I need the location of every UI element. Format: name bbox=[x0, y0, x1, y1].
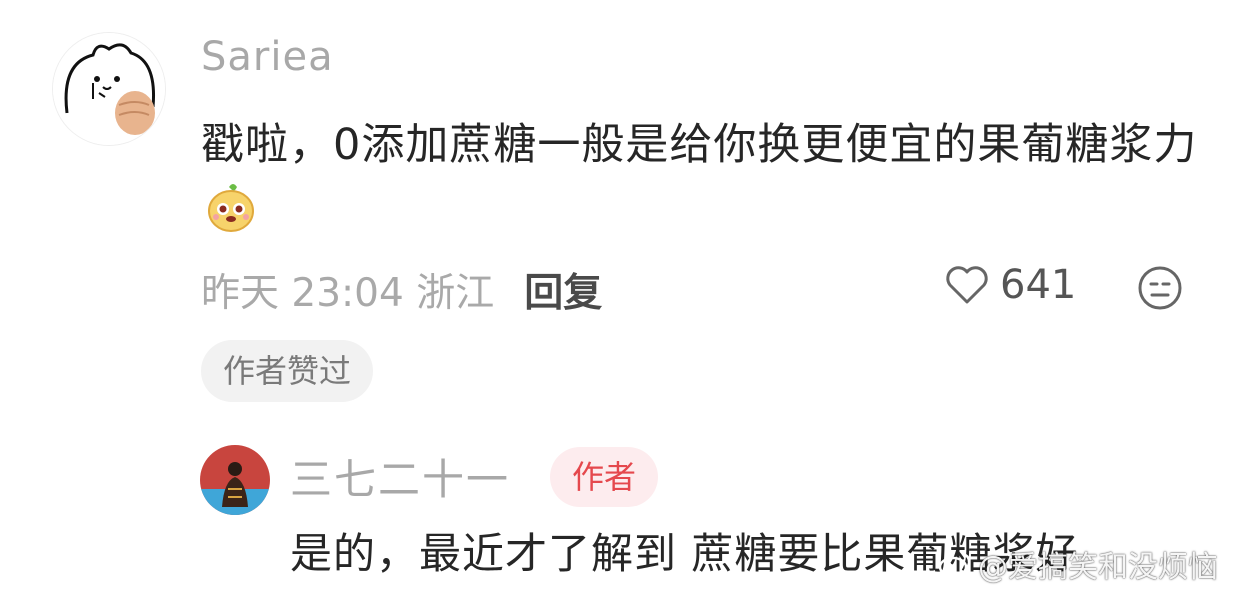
pineapple-face-emoji-icon bbox=[205, 181, 257, 233]
face-emoji-icon bbox=[1138, 266, 1182, 310]
comment-time: 昨天 23:04 浙江 bbox=[201, 262, 494, 318]
comment-meta: 昨天 23:04 浙江 回复 bbox=[201, 262, 602, 318]
location-text: 浙江 bbox=[416, 271, 495, 316]
emoji-reaction-button[interactable] bbox=[1136, 264, 1184, 316]
avatar[interactable] bbox=[52, 32, 166, 146]
watermark-text: @爱搞笑和没烦恼 bbox=[978, 550, 1218, 585]
author-liked-badge: 作者赞过 bbox=[201, 340, 374, 402]
time-text: 昨天 23:04 bbox=[201, 271, 404, 316]
watermark: @爱搞笑和没烦恼 bbox=[938, 542, 1218, 586]
bear-avatar-icon bbox=[53, 33, 165, 145]
person-avatar-icon bbox=[200, 445, 270, 515]
reply-avatar[interactable] bbox=[200, 445, 270, 515]
heart-icon bbox=[946, 266, 988, 304]
comment-body: 戳啦，0添加蔗糖一般是给你换更便宜的果葡糖浆力 bbox=[201, 120, 1198, 170]
author-tag: 作者 bbox=[550, 447, 659, 507]
weibo-icon bbox=[938, 552, 971, 578]
comment-username[interactable]: Sariea bbox=[201, 34, 334, 80]
reply-username[interactable]: 三七二十一 bbox=[290, 446, 510, 507]
like-button[interactable]: 641 bbox=[944, 262, 1076, 308]
like-count: 641 bbox=[1000, 262, 1077, 308]
reply-button[interactable]: 回复 bbox=[524, 262, 602, 318]
comment-text: 戳啦，0添加蔗糖一般是给你换更便宜的果葡糖浆力 bbox=[201, 112, 1211, 244]
